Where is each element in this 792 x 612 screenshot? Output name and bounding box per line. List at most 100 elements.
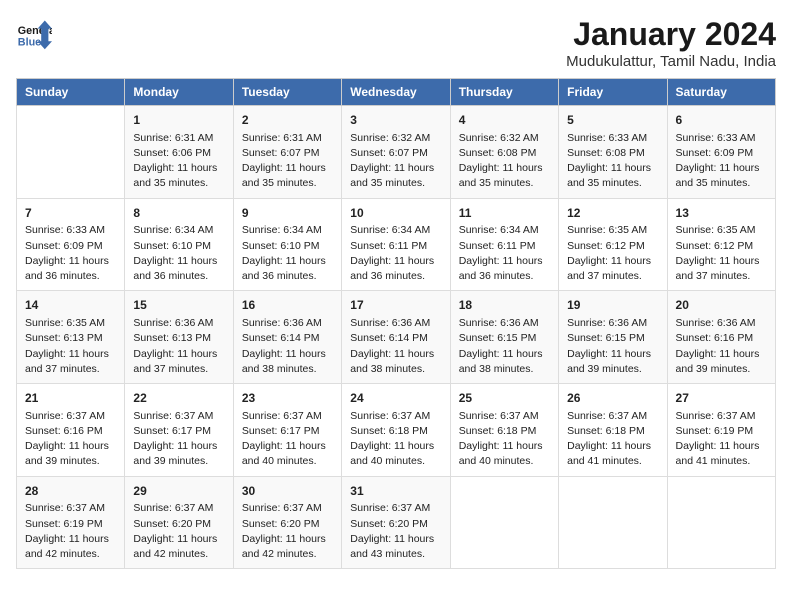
week-row-5: 28Sunrise: 6:37 AM Sunset: 6:19 PM Dayli… bbox=[17, 476, 776, 569]
header-wednesday: Wednesday bbox=[342, 79, 450, 106]
day-cell: 2Sunrise: 6:31 AM Sunset: 6:07 PM Daylig… bbox=[233, 106, 341, 199]
day-cell: 16 Sunrise: 6:36 AM Sunset: 6:14 PM Dayli… bbox=[233, 291, 341, 384]
day-number: 21 bbox=[25, 390, 116, 407]
day-number: 9 bbox=[242, 205, 333, 222]
day-cell: 20Sunrise: 6:36 AM Sunset: 6:16 PM Dayli… bbox=[667, 291, 775, 384]
main-title: January 2024 bbox=[566, 16, 776, 53]
day-number: 28 bbox=[25, 483, 116, 500]
calendar-header-row: SundayMondayTuesdayWednesdayThursdayFrid… bbox=[17, 79, 776, 106]
day-cell: 19 Sunrise: 6:36 AM Sunset: 6:15 PM Dayli… bbox=[559, 291, 667, 384]
day-info: Sunrise: 6:35 AM Sunset: 6:13 PM Dayligh… bbox=[25, 316, 116, 377]
day-info: Sunrise: 6:37 AM Sunset: 6:16 PM Dayligh… bbox=[25, 409, 116, 470]
day-number: 18 bbox=[459, 297, 550, 314]
day-number: 20 bbox=[676, 297, 767, 314]
day-number: 3 bbox=[350, 112, 441, 129]
day-cell: 6 Sunrise: 6:33 AM Sunset: 6:09 PM Daylig… bbox=[667, 106, 775, 199]
day-number: 13 bbox=[676, 205, 767, 222]
day-cell: 15 Sunrise: 6:36 AM Sunset: 6:13 PM Dayli… bbox=[125, 291, 233, 384]
day-number: 7 bbox=[25, 205, 116, 222]
day-cell: 13Sunrise: 6:35 AM Sunset: 6:12 PM Dayli… bbox=[667, 198, 775, 291]
day-number: 12 bbox=[567, 205, 658, 222]
day-cell: 29Sunrise: 6:37 AM Sunset: 6:20 PM Dayli… bbox=[125, 476, 233, 569]
day-info: Sunrise: 6:33 AM Sunset: 6:09 PM Dayligh… bbox=[25, 223, 116, 284]
day-cell: 24Sunrise: 6:37 AM Sunset: 6:18 PM Dayli… bbox=[342, 384, 450, 477]
day-cell: 26 Sunrise: 6:37 AM Sunset: 6:18 PM Dayli… bbox=[559, 384, 667, 477]
day-number: 1 bbox=[133, 112, 224, 129]
day-info: Sunrise: 6:36 AM Sunset: 6:14 PM Dayligh… bbox=[242, 316, 333, 377]
day-info: Sunrise: 6:33 AM Sunset: 6:09 PM Dayligh… bbox=[676, 131, 767, 192]
header-monday: Monday bbox=[125, 79, 233, 106]
week-row-3: 14 Sunrise: 6:35 AM Sunset: 6:13 PM Dayli… bbox=[17, 291, 776, 384]
week-row-2: 7Sunrise: 6:33 AM Sunset: 6:09 PM Daylig… bbox=[17, 198, 776, 291]
day-cell: 7Sunrise: 6:33 AM Sunset: 6:09 PM Daylig… bbox=[17, 198, 125, 291]
logo-icon: General Blue bbox=[16, 16, 52, 52]
calendar-table: SundayMondayTuesdayWednesdayThursdayFrid… bbox=[16, 78, 776, 569]
day-cell: 17 Sunrise: 6:36 AM Sunset: 6:14 PM Dayli… bbox=[342, 291, 450, 384]
day-info: Sunrise: 6:36 AM Sunset: 6:14 PM Dayligh… bbox=[350, 316, 441, 377]
day-cell bbox=[559, 476, 667, 569]
day-cell: 22Sunrise: 6:37 AM Sunset: 6:17 PM Dayli… bbox=[125, 384, 233, 477]
day-cell: 4 Sunrise: 6:32 AM Sunset: 6:08 PM Daylig… bbox=[450, 106, 558, 199]
day-info: Sunrise: 6:37 AM Sunset: 6:20 PM Dayligh… bbox=[242, 501, 333, 562]
day-number: 31 bbox=[350, 483, 441, 500]
week-row-4: 21 Sunrise: 6:37 AM Sunset: 6:16 PM Dayli… bbox=[17, 384, 776, 477]
day-info: Sunrise: 6:33 AM Sunset: 6:08 PM Dayligh… bbox=[567, 131, 658, 192]
subtitle: Mudukulattur, Tamil Nadu, India bbox=[566, 53, 776, 70]
day-number: 29 bbox=[133, 483, 224, 500]
day-cell: 1 Sunrise: 6:31 AM Sunset: 6:06 PM Daylig… bbox=[125, 106, 233, 199]
day-number: 22 bbox=[133, 390, 224, 407]
day-cell: 10Sunrise: 6:34 AM Sunset: 6:11 PM Dayli… bbox=[342, 198, 450, 291]
day-number: 27 bbox=[676, 390, 767, 407]
day-cell: 28Sunrise: 6:37 AM Sunset: 6:19 PM Dayli… bbox=[17, 476, 125, 569]
day-number: 30 bbox=[242, 483, 333, 500]
day-info: Sunrise: 6:35 AM Sunset: 6:12 PM Dayligh… bbox=[676, 223, 767, 284]
day-info: Sunrise: 6:36 AM Sunset: 6:13 PM Dayligh… bbox=[133, 316, 224, 377]
day-number: 14 bbox=[25, 297, 116, 314]
day-cell: 25 Sunrise: 6:37 AM Sunset: 6:18 PM Dayli… bbox=[450, 384, 558, 477]
day-number: 17 bbox=[350, 297, 441, 314]
day-number: 6 bbox=[676, 112, 767, 129]
day-cell: 5 Sunrise: 6:33 AM Sunset: 6:08 PM Daylig… bbox=[559, 106, 667, 199]
day-cell: 8Sunrise: 6:34 AM Sunset: 6:10 PM Daylig… bbox=[125, 198, 233, 291]
day-cell: 9Sunrise: 6:34 AM Sunset: 6:10 PM Daylig… bbox=[233, 198, 341, 291]
header-thursday: Thursday bbox=[450, 79, 558, 106]
day-number: 8 bbox=[133, 205, 224, 222]
day-cell: 3 Sunrise: 6:32 AM Sunset: 6:07 PM Daylig… bbox=[342, 106, 450, 199]
header-saturday: Saturday bbox=[667, 79, 775, 106]
day-cell bbox=[667, 476, 775, 569]
day-cell: 27Sunrise: 6:37 AM Sunset: 6:19 PM Dayli… bbox=[667, 384, 775, 477]
day-number: 11 bbox=[459, 205, 550, 222]
day-number: 5 bbox=[567, 112, 658, 129]
day-cell: 21 Sunrise: 6:37 AM Sunset: 6:16 PM Dayli… bbox=[17, 384, 125, 477]
day-info: Sunrise: 6:37 AM Sunset: 6:18 PM Dayligh… bbox=[459, 409, 550, 470]
day-info: Sunrise: 6:37 AM Sunset: 6:19 PM Dayligh… bbox=[25, 501, 116, 562]
day-cell bbox=[17, 106, 125, 199]
day-number: 24 bbox=[350, 390, 441, 407]
title-area: January 2024 Mudukulattur, Tamil Nadu, I… bbox=[566, 16, 776, 70]
day-info: Sunrise: 6:37 AM Sunset: 6:20 PM Dayligh… bbox=[133, 501, 224, 562]
day-cell: 18Sunrise: 6:36 AM Sunset: 6:15 PM Dayli… bbox=[450, 291, 558, 384]
day-info: Sunrise: 6:34 AM Sunset: 6:11 PM Dayligh… bbox=[459, 223, 550, 284]
header-sunday: Sunday bbox=[17, 79, 125, 106]
day-info: Sunrise: 6:31 AM Sunset: 6:06 PM Dayligh… bbox=[133, 131, 224, 192]
header: General Blue January 2024 Mudukulattur, … bbox=[16, 16, 776, 70]
day-info: Sunrise: 6:37 AM Sunset: 6:17 PM Dayligh… bbox=[242, 409, 333, 470]
day-info: Sunrise: 6:32 AM Sunset: 6:08 PM Dayligh… bbox=[459, 131, 550, 192]
header-friday: Friday bbox=[559, 79, 667, 106]
day-number: 10 bbox=[350, 205, 441, 222]
svg-text:Blue: Blue bbox=[18, 37, 41, 49]
day-info: Sunrise: 6:36 AM Sunset: 6:15 PM Dayligh… bbox=[567, 316, 658, 377]
day-info: Sunrise: 6:37 AM Sunset: 6:18 PM Dayligh… bbox=[567, 409, 658, 470]
day-number: 26 bbox=[567, 390, 658, 407]
day-number: 4 bbox=[459, 112, 550, 129]
day-info: Sunrise: 6:35 AM Sunset: 6:12 PM Dayligh… bbox=[567, 223, 658, 284]
logo: General Blue bbox=[16, 16, 52, 52]
day-number: 25 bbox=[459, 390, 550, 407]
day-number: 19 bbox=[567, 297, 658, 314]
day-info: Sunrise: 6:32 AM Sunset: 6:07 PM Dayligh… bbox=[350, 131, 441, 192]
day-info: Sunrise: 6:31 AM Sunset: 6:07 PM Dayligh… bbox=[242, 131, 333, 192]
day-number: 15 bbox=[133, 297, 224, 314]
day-number: 16 bbox=[242, 297, 333, 314]
day-number: 23 bbox=[242, 390, 333, 407]
day-cell: 23 Sunrise: 6:37 AM Sunset: 6:17 PM Dayli… bbox=[233, 384, 341, 477]
